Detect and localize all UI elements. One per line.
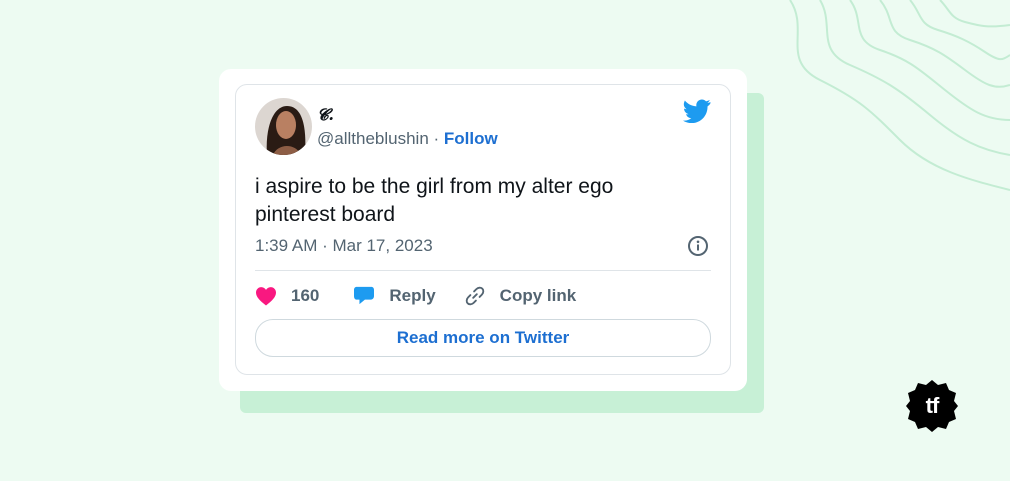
brand-logo-text: tf	[925, 393, 940, 418]
tweet-card: 𝓒. @alltheblushin · Follow i aspire to b…	[235, 84, 731, 375]
twitter-bird-icon[interactable]	[683, 99, 711, 123]
info-icon[interactable]	[687, 235, 709, 257]
handle-row: @alltheblushin · Follow	[317, 129, 498, 149]
tweet-timestamp[interactable]: 1:39 AM · Mar 17, 2023	[255, 236, 433, 256]
tweet-actions: 160 Reply Copy link	[255, 283, 576, 309]
link-icon	[465, 286, 484, 306]
copy-link-button[interactable]: Copy link	[464, 285, 577, 307]
heart-icon	[256, 287, 276, 306]
reply-button[interactable]: Reply	[353, 286, 436, 306]
display-name[interactable]: 𝓒.	[317, 105, 334, 125]
brand-logo[interactable]: tf	[905, 379, 959, 433]
avatar[interactable]	[255, 98, 312, 155]
copy-link-label: Copy link	[499, 286, 577, 305]
decorative-waves	[789, 0, 1010, 191]
read-more-button[interactable]: Read more on Twitter	[255, 319, 711, 357]
follow-button[interactable]: Follow	[444, 129, 498, 148]
divider	[255, 270, 711, 271]
like-button[interactable]: 160	[255, 286, 319, 306]
separator: ·	[428, 129, 444, 148]
reply-bubble-icon	[354, 286, 375, 305]
user-handle[interactable]: @alltheblushin	[317, 129, 429, 148]
tweet-text: i aspire to be the girl from my alter eg…	[255, 175, 614, 226]
like-count: 160	[291, 286, 320, 305]
reply-label: Reply	[389, 286, 436, 305]
